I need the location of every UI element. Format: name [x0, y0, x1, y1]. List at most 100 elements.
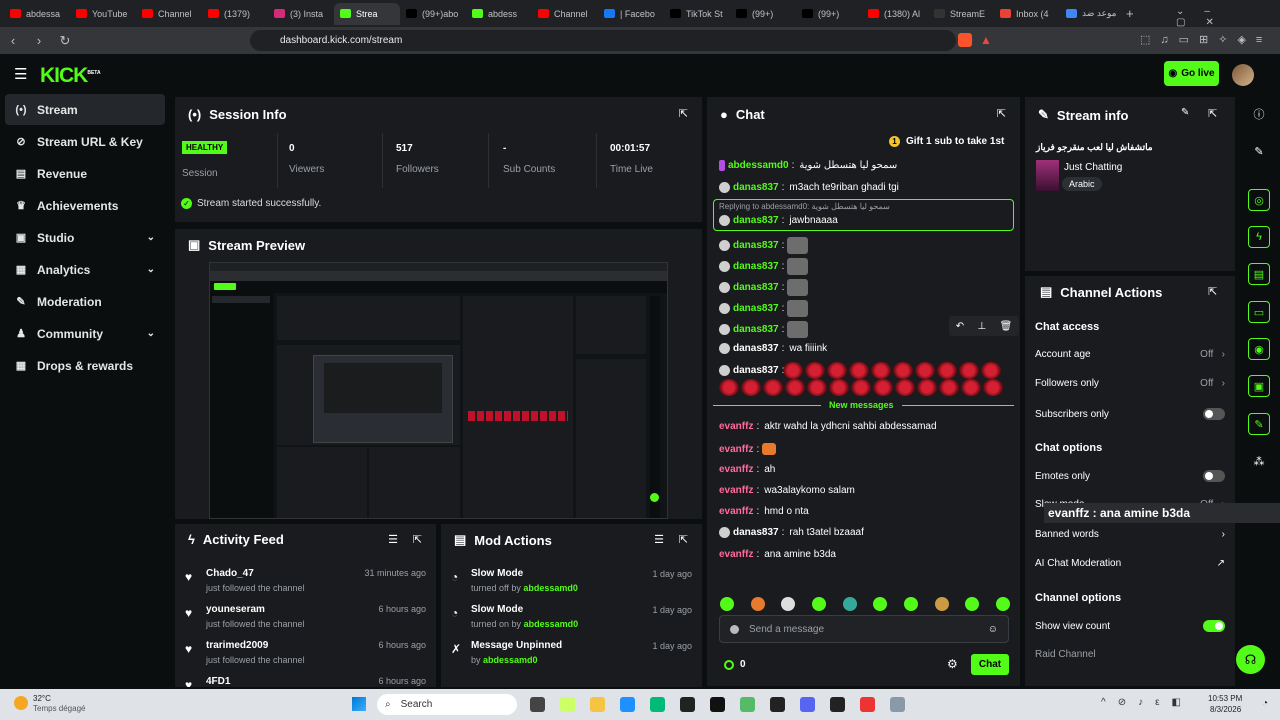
chat-message[interactable]: abdessamd0: سمحو ليا هتسطل شوية — [719, 160, 897, 171]
follower-name[interactable]: Chado_47 — [206, 568, 254, 579]
gift-banner[interactable]: 1 Gift 1 sub to take 1st — [889, 136, 1004, 147]
back-icon[interactable]: ‹ — [0, 33, 26, 48]
chat-message[interactable]: danas837: — [719, 258, 809, 275]
chat-username[interactable]: danas837 — [733, 261, 779, 272]
taskbar-app-icon[interactable] — [650, 697, 665, 712]
browser-tab[interactable]: TikTok St — [664, 3, 730, 25]
taskbar-app-icon[interactable] — [890, 697, 905, 712]
document-icon[interactable]: ▤ — [1248, 263, 1270, 285]
system-tray-icons[interactable]: ^⊘♪ε◧ — [1101, 697, 1193, 708]
sidebar-item-stream[interactable]: (•) Stream — [5, 94, 165, 125]
emote-icon[interactable] — [903, 597, 918, 611]
moderator-name[interactable]: abdessamd0 — [523, 583, 578, 593]
chat-username[interactable]: danas837 — [733, 282, 779, 293]
sidebar-item-drops-rewards[interactable]: ▦ Drops & rewards — [5, 350, 165, 381]
chat-username[interactable]: evanffz — [719, 444, 753, 455]
wrench-icon[interactable]: ✎ — [1248, 413, 1270, 435]
chat-message[interactable]: evanffz: ana amine b3da — [719, 549, 836, 560]
chat-username[interactable]: danas837 — [733, 527, 779, 538]
chat-message[interactable]: evanffz: wa3alaykomo salam — [719, 485, 855, 496]
chat-username[interactable]: evanffz — [719, 485, 753, 496]
lightning-icon[interactable]: ϟ — [1248, 226, 1270, 248]
moderator-name[interactable]: abdessamd0 — [483, 655, 538, 665]
chat-username[interactable]: danas837 — [733, 215, 779, 226]
emote-icon[interactable] — [873, 597, 888, 611]
browser-tab[interactable]: موعد ضد — [1060, 3, 1120, 25]
follower-name[interactable]: 4FD1 — [206, 676, 230, 687]
taskbar-app-icon[interactable] — [560, 697, 575, 712]
windows-start-icon[interactable] — [352, 697, 366, 711]
reload-icon[interactable]: ↻ — [52, 33, 78, 49]
popout-icon[interactable]: ⇱ — [997, 107, 1006, 120]
category-name[interactable]: Just Chatting — [1064, 162, 1122, 173]
popout-icon[interactable]: ⇱ — [679, 107, 688, 120]
sidebar-item-moderation[interactable]: ✎ Moderation — [5, 286, 165, 317]
taskbar-app-icon[interactable] — [710, 697, 725, 712]
browser-tab[interactable]: (99+)abo — [400, 3, 466, 25]
send-chat-button[interactable]: Chat — [971, 654, 1009, 675]
subscribers-only-toggle[interactable] — [1203, 408, 1225, 420]
sidebar-item-analytics[interactable]: ▦ Analytics ⌄ — [5, 254, 165, 285]
browser-tab[interactable]: | Facebo — [598, 3, 664, 25]
delete-icon[interactable]: 🗑 — [1000, 321, 1013, 332]
filter-icon[interactable]: ☰ — [654, 533, 664, 546]
notification-icon[interactable]: ◔ — [1262, 698, 1268, 709]
edit-icon[interactable]: ✎ — [1249, 141, 1269, 161]
menu-icon[interactable]: ☰ — [14, 65, 27, 83]
chat-username[interactable]: evanffz — [719, 464, 753, 475]
taskbar-app-icon[interactable] — [590, 697, 605, 712]
emote-icon[interactable] — [965, 597, 980, 611]
account-age-setting[interactable]: Account age Off › — [1035, 349, 1225, 360]
channel-points[interactable]: 0 — [724, 659, 746, 670]
window-controls[interactable]: ⌄–▢✕ — [1176, 6, 1280, 28]
stream-preview-video[interactable] — [209, 262, 668, 519]
chat-username[interactable]: danas837 — [733, 324, 779, 335]
extensions-icon[interactable]: ⬚♫▭⊞✧◈≡ — [1140, 33, 1272, 46]
browser-tab[interactable]: abdess — [466, 3, 532, 25]
taskbar-app-icon[interactable] — [770, 697, 785, 712]
chat-username[interactable]: evanffz — [719, 506, 753, 517]
follower-name[interactable]: trarimed2009 — [206, 640, 268, 651]
emote-icon[interactable] — [750, 597, 765, 611]
info-icon[interactable]: ⓘ — [1249, 104, 1269, 124]
emote-icon[interactable] — [720, 597, 734, 611]
chat-username[interactable]: danas837 — [733, 365, 779, 376]
followers-only-setting[interactable]: Followers only Off › — [1035, 378, 1225, 389]
taskbar-app-icon[interactable] — [740, 697, 755, 712]
show-view-count-toggle[interactable] — [1203, 620, 1225, 632]
chat-message[interactable]: danas837: — [719, 237, 809, 254]
sidebar-item-community[interactable]: ♟ Community ⌄ — [5, 318, 165, 349]
sidebar-item-revenue[interactable]: ▤ Revenue — [5, 158, 165, 189]
chat-message[interactable]: danas837: jawbnaaaa — [719, 215, 838, 226]
popout-icon[interactable]: ⇱ — [1208, 107, 1217, 120]
taskbar-app-icon[interactable] — [800, 697, 815, 712]
edit-pencil-icon[interactable]: ✎ — [1181, 107, 1189, 118]
taskbar-app-icon[interactable] — [530, 697, 545, 712]
chat-message[interactable]: danas837: — [719, 365, 784, 376]
browser-tab[interactable]: (1380) Al — [862, 3, 928, 25]
emote-icon[interactable] — [842, 597, 857, 611]
rewards-icon[interactable]: ▲ — [980, 33, 992, 47]
go-live-button[interactable]: ◉ Go live — [1164, 61, 1219, 86]
chat-username[interactable]: danas837 — [733, 240, 779, 251]
popout-icon[interactable]: ⇱ — [679, 533, 688, 546]
chat-username[interactable]: danas837 — [733, 343, 779, 354]
follower-name[interactable]: youneseram — [206, 604, 265, 615]
browser-tab[interactable]: (99+) — [796, 3, 862, 25]
camera-icon[interactable]: ◎ — [1248, 189, 1270, 211]
sidebar-item-studio[interactable]: ▣ Studio ⌄ — [5, 222, 165, 253]
chat-message[interactable]: danas837: wa fiiiink — [719, 343, 827, 354]
chat-message[interactable]: danas837: rah t3atel bzaaaf — [719, 527, 864, 538]
emote-icon[interactable] — [995, 597, 1010, 611]
pin-icon[interactable]: ⊥ — [977, 321, 986, 332]
chat-message[interactable]: danas837: m3ach te9riban ghadi tgi — [719, 182, 899, 193]
emote-icon[interactable] — [934, 597, 949, 611]
chat-username[interactable]: evanffz — [719, 421, 753, 432]
chat-message[interactable]: evanffz: hmd o nta — [719, 506, 809, 517]
settings-gear-icon[interactable]: ⚙ — [947, 657, 958, 671]
chat-username[interactable]: danas837 — [733, 182, 779, 193]
browser-tab[interactable]: YouTube — [70, 3, 136, 25]
browser-tab[interactable]: (1379) — [202, 3, 268, 25]
avatar[interactable] — [1232, 64, 1254, 86]
browser-tab[interactable]: abdessa — [4, 3, 70, 25]
